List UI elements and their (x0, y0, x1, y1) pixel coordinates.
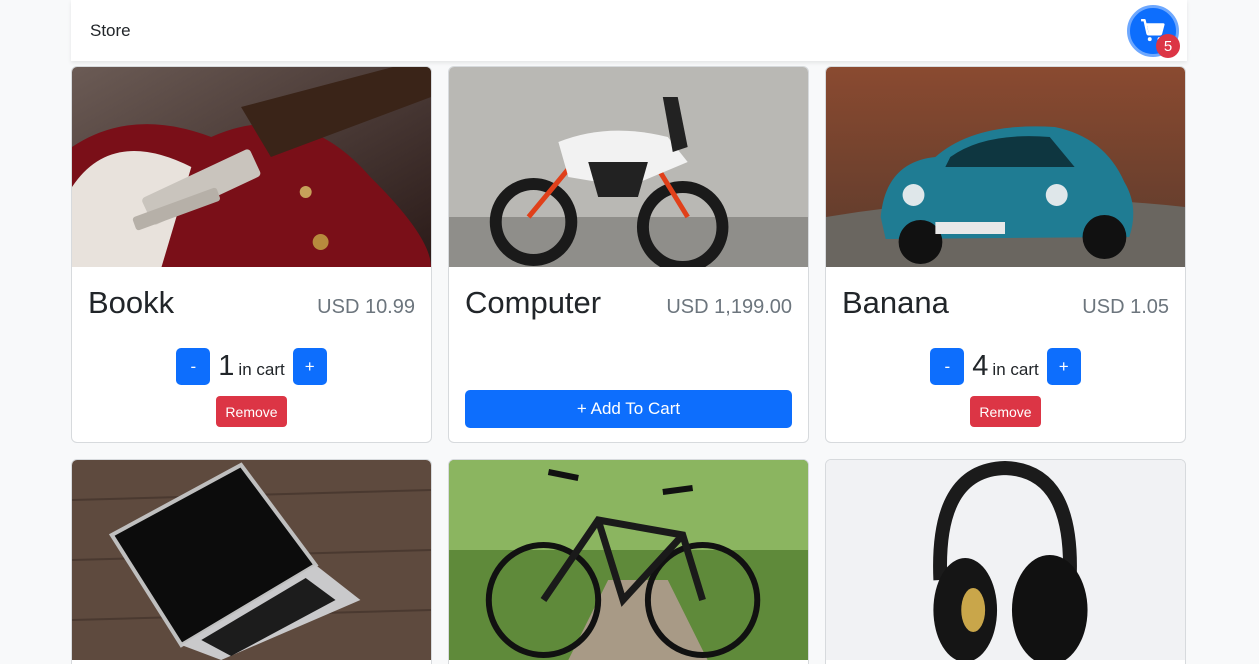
product-title: Bookk (88, 285, 175, 320)
product-image-headphones (826, 460, 1185, 660)
add-to-cart-button[interactable]: + Add To Cart (465, 390, 792, 428)
in-cart-label: in cart (992, 360, 1039, 379)
decrease-quantity-button[interactable]: - (176, 348, 211, 385)
remove-button[interactable]: Remove (970, 396, 1041, 427)
product-price: USD 10.99 (317, 296, 415, 318)
product-card (71, 459, 432, 664)
product-card: Bookk USD 10.99 - 1 in cart + Remove (71, 66, 432, 443)
cart-button[interactable]: 5 (1127, 5, 1180, 58)
product-card: Computer USD 1,199.00 + Add To Cart (448, 66, 809, 443)
product-card: Banana USD 1.05 - 4 in cart + Remove (825, 66, 1186, 443)
quantity-control: - 4 in cart + (826, 348, 1185, 385)
product-image-laptop (72, 460, 431, 660)
cart-count-badge: 5 (1156, 34, 1180, 58)
brand-link[interactable]: Store (90, 21, 131, 41)
quantity-control: - 1 in cart + (72, 348, 431, 385)
product-title: Banana (842, 285, 949, 320)
product-image-guitar (72, 67, 431, 267)
product-image-car (826, 67, 1185, 267)
remove-button[interactable]: Remove (216, 396, 287, 427)
decrease-quantity-button[interactable]: - (930, 348, 965, 385)
product-image-motorcycle (449, 67, 808, 267)
quantity-value: 1 (218, 350, 235, 382)
product-price: USD 1.05 (1082, 296, 1169, 318)
product-image-bicycle (449, 460, 808, 660)
increase-quantity-button[interactable]: + (1046, 348, 1081, 385)
product-price: USD 1,199.00 (666, 296, 792, 318)
navbar: Store 5 (71, 0, 1187, 61)
product-card (825, 459, 1186, 664)
quantity-value: 4 (972, 350, 989, 382)
product-card (448, 459, 809, 664)
increase-quantity-button[interactable]: + (292, 348, 327, 385)
in-cart-label: in cart (238, 360, 285, 379)
product-title: Computer (465, 285, 602, 320)
